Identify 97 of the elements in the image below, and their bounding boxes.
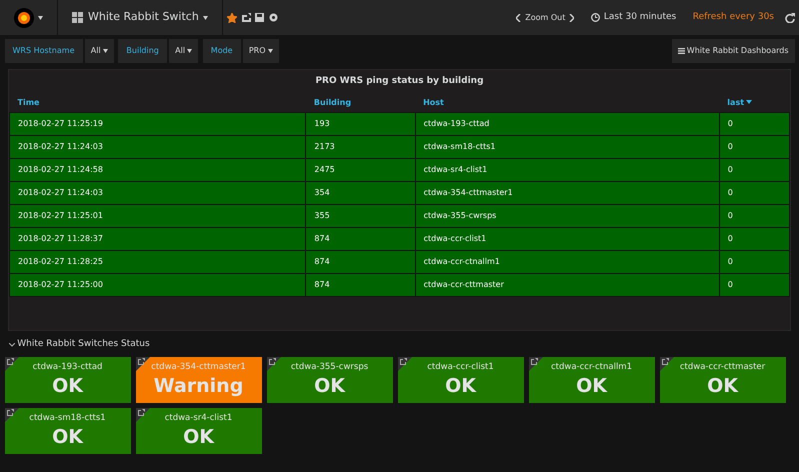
table-cell: 0 xyxy=(719,204,790,227)
column-header[interactable]: Time xyxy=(10,94,306,112)
logo-icon xyxy=(14,8,34,28)
status-tile[interactable]: ctdwa-193-cttad OK xyxy=(4,357,130,403)
dashboards-link-button[interactable]: White Rabbit Dashboards xyxy=(672,38,794,62)
table-cell: 0 xyxy=(719,227,790,250)
switch-name: ctdwa-ccr-clist1 xyxy=(427,361,494,374)
dashboard-title-button[interactable]: White Rabbit Switch xyxy=(66,9,214,26)
status-value: OK xyxy=(706,374,740,398)
table-cell: 2018-02-27 11:24:03 xyxy=(10,181,306,204)
table-cell: ctdwa-354-cttmaster1 xyxy=(415,181,720,204)
zoom-out-button[interactable]: Zoom Out xyxy=(510,12,580,24)
table-cell: 0 xyxy=(719,112,790,135)
link-icon[interactable] xyxy=(400,358,406,365)
variable-label: Mode xyxy=(202,38,241,62)
status-value: OK xyxy=(313,374,346,398)
variable-label: WRS Hostname xyxy=(4,38,82,62)
status-tile[interactable]: ctdwa-ccr-ctnallm1 OK xyxy=(528,357,654,403)
table-cell: ctdwa-ccr-ctnallm1 xyxy=(415,250,720,273)
caret-icon xyxy=(102,48,108,52)
switch-name: ctdwa-193-cttad xyxy=(32,361,102,374)
chevron-left-icon xyxy=(516,14,522,22)
status-value: OK xyxy=(51,374,84,398)
caret-icon xyxy=(268,48,273,52)
table-cell: 2173 xyxy=(306,135,416,158)
status-tile[interactable]: ctdwa-sr4-clist1 OK xyxy=(136,408,262,454)
status-tile[interactable]: ctdwa-sm18-ctts1 OK xyxy=(4,408,130,454)
clock-icon xyxy=(590,13,600,22)
table-cell: 0 xyxy=(719,135,790,158)
status-value: OK xyxy=(575,374,608,398)
status-value: OK xyxy=(51,424,84,450)
variable-dropdown[interactable]: All xyxy=(169,38,198,62)
settings-icon[interactable] xyxy=(268,13,278,22)
switch-name: ctdwa-ccr-ctnallm1 xyxy=(550,361,632,374)
table-cell: 2018-02-27 11:28:37 xyxy=(10,227,306,250)
table-cell: 193 xyxy=(306,112,416,135)
chevron-right-icon xyxy=(569,14,574,22)
switch-name: ctdwa-sm18-ctts1 xyxy=(29,412,106,425)
list-icon xyxy=(678,48,685,54)
switch-name: ctdwa-sr4-clist1 xyxy=(164,412,232,425)
table-cell: 0 xyxy=(719,181,790,204)
table-cell: 0 xyxy=(719,250,790,273)
table-cell: 2018-02-27 11:24:58 xyxy=(10,158,306,181)
table-cell: 0 xyxy=(719,158,790,181)
table-cell: 2475 xyxy=(306,158,416,181)
grid-icon xyxy=(72,12,84,24)
table-cell: 2018-02-27 11:25:01 xyxy=(10,204,306,227)
variable-label: Building xyxy=(118,38,167,62)
share-icon[interactable] xyxy=(242,13,251,22)
table-cell: ctdwa-ccr-cttmaster xyxy=(415,273,720,296)
table-cell: 874 xyxy=(306,250,416,273)
table-cell: ctdwa-sr4-clist1 xyxy=(415,158,720,181)
time-range-button[interactable]: Last 30 minutes xyxy=(584,10,682,24)
status-tile[interactable]: ctdwa-355-cwrsps OK xyxy=(266,357,392,403)
link-icon[interactable] xyxy=(268,358,276,365)
panel-title: PRO WRS ping status by building xyxy=(314,75,485,88)
switch-name: ctdwa-ccr-cttmaster xyxy=(680,361,766,374)
save-icon[interactable] xyxy=(255,13,264,22)
table-cell: 0 xyxy=(719,273,790,296)
table-cell: 2018-02-27 11:24:03 xyxy=(10,135,306,158)
link-icon[interactable] xyxy=(138,409,144,416)
table-cell: ctdwa-193-cttad xyxy=(415,112,720,135)
row-title[interactable]: White Rabbit Switches Status xyxy=(17,338,150,352)
chevron-down-icon[interactable] xyxy=(9,343,15,347)
table-cell: ctdwa-sm18-ctts1 xyxy=(415,135,720,158)
table-cell: 355 xyxy=(306,204,416,227)
switch-name: ctdwa-355-cwrsps xyxy=(290,361,368,374)
status-tile[interactable]: ctdwa-ccr-cttmaster OK xyxy=(660,357,786,403)
table-cell: 874 xyxy=(306,227,416,250)
link-icon[interactable] xyxy=(6,409,14,416)
refresh-interval-button[interactable]: Refresh every 30s xyxy=(686,10,780,24)
link-icon[interactable] xyxy=(6,358,14,365)
caret-icon xyxy=(38,16,43,20)
column-header[interactable]: Building xyxy=(306,94,416,112)
refresh-icon[interactable] xyxy=(784,12,794,22)
link-icon[interactable] xyxy=(138,358,144,365)
link-icon[interactable] xyxy=(662,358,668,365)
column-header[interactable]: Host xyxy=(415,94,720,112)
table-cell: 2018-02-27 11:28:25 xyxy=(10,250,306,273)
star-icon[interactable] xyxy=(227,12,238,22)
variable-dropdown[interactable]: PRO xyxy=(242,38,279,62)
status-tile[interactable]: ctdwa-ccr-clist1 OK xyxy=(398,357,524,403)
table-cell: ctdwa-ccr-clist1 xyxy=(415,227,720,250)
table-cell: ctdwa-355-cwrsps xyxy=(415,204,720,227)
status-value: OK xyxy=(182,424,216,450)
switch-name: ctdwa-354-cttmaster1 xyxy=(151,361,246,374)
table-cell: 874 xyxy=(306,273,416,296)
column-header[interactable]: last xyxy=(719,94,790,112)
caret-icon xyxy=(202,16,208,20)
table-cell: 2018-02-27 11:25:19 xyxy=(10,112,306,135)
table-cell: 2018-02-27 11:25:00 xyxy=(10,273,306,296)
variable-dropdown[interactable]: All xyxy=(84,38,114,62)
table-cell: 354 xyxy=(306,181,416,204)
caret-icon xyxy=(187,48,192,52)
status-value: OK xyxy=(444,374,478,398)
status-value: Warning xyxy=(152,374,244,398)
link-icon[interactable] xyxy=(530,358,538,365)
